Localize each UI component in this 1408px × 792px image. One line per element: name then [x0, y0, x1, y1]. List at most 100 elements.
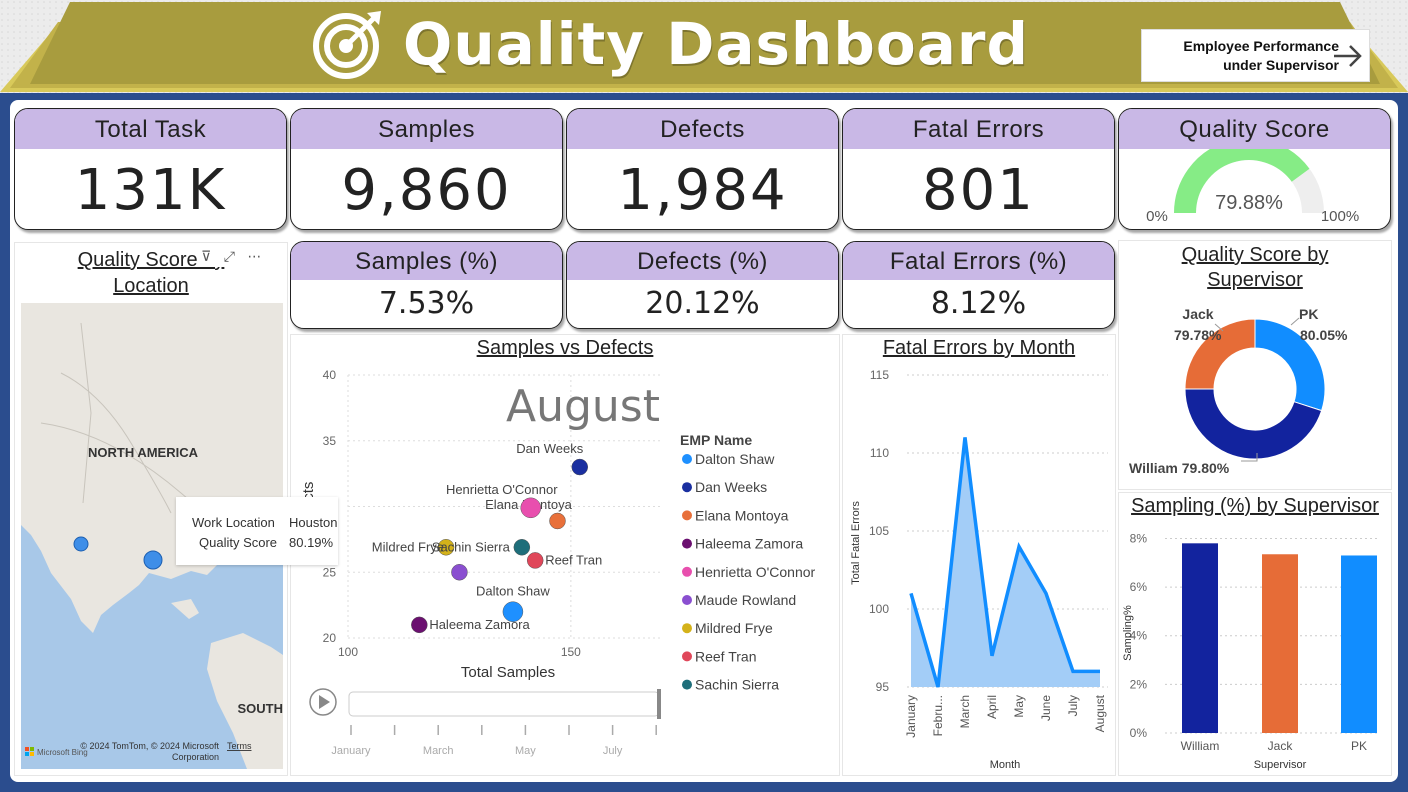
legend-marker[interactable]	[682, 454, 692, 464]
y-tick-label: 2%	[1130, 677, 1148, 691]
nav-button-label: Employee Performance under Supervisor	[1164, 37, 1339, 75]
employee-performance-nav-button[interactable]: Employee Performance under Supervisor	[1141, 29, 1370, 82]
scatter-point[interactable]	[520, 497, 541, 519]
y-tick-label: 35	[323, 434, 337, 448]
kpi-value: 8.12%	[930, 286, 1027, 321]
kpi-label: Defects	[567, 109, 838, 149]
legend-label[interactable]: Reef Tran	[695, 648, 756, 664]
kpi-samples-pct: Samples (%) 7.53%	[290, 241, 563, 329]
legend-label[interactable]: Dan Weeks	[695, 479, 767, 495]
map-bubble-houston[interactable]	[143, 550, 163, 570]
visual-header-icons: ⊽ ⤢ ⋯	[201, 249, 281, 267]
map-tooltip: Work Location Houston Quality Score 80.1…	[176, 497, 338, 565]
play-axis-label: May	[515, 745, 536, 757]
map-attribution-line-2: Corporation	[172, 752, 219, 762]
bar[interactable]	[1262, 554, 1298, 733]
legend-label[interactable]: Dalton Shaw	[695, 451, 775, 467]
legend-marker[interactable]	[682, 482, 692, 493]
donut-visual: Quality Score by Supervisor Jack 79.78% PK…	[1118, 240, 1392, 490]
scatter-point[interactable]	[411, 616, 428, 634]
nav-label-line-2: under Supervisor	[1223, 57, 1339, 73]
scatter-chart[interactable]: 2025303540100150Total SamplesDefectsAugu…	[291, 335, 839, 775]
legend-label[interactable]: Maude Rowland	[695, 592, 796, 608]
legend-marker[interactable]	[682, 651, 692, 662]
kpi-value: 131K	[74, 158, 227, 223]
gauge-min: 0%	[1146, 208, 1168, 225]
quality-gauge: 79.88% 0% 100%	[1146, 138, 1359, 225]
gauge-max: 100%	[1321, 208, 1359, 225]
scatter-point[interactable]	[513, 539, 531, 556]
scatter-point[interactable]	[451, 564, 468, 581]
kpi-value: 1,984	[617, 158, 788, 223]
fatal-errors-chart[interactable]: 95 100 105 110 115 January Febru... March April M…	[843, 335, 1115, 775]
kpi-label: Fatal Errors	[843, 109, 1114, 149]
y-tick-label: 8%	[1130, 531, 1148, 545]
scatter-point[interactable]	[571, 458, 589, 476]
map-visual: Quality Score by Location ⊽ ⤢ ⋯ NORTH AM…	[14, 242, 338, 776]
point-label: Dan Weeks	[516, 441, 583, 456]
y-tick-label: 40	[323, 368, 337, 382]
page-title-area: Quality Dashboard	[290, 6, 1050, 82]
kpi-value: 9,860	[341, 158, 512, 223]
legend-marker[interactable]	[682, 538, 692, 549]
area-fill	[911, 437, 1100, 687]
scatter-point[interactable]	[549, 512, 566, 530]
donut-label-william: William 79.80%	[1129, 460, 1230, 476]
legend-label[interactable]: Sachin Sierra	[695, 677, 779, 693]
kpi-value: 7.53%	[378, 286, 475, 321]
bar-chart[interactable]: 0%2%4%6%8%William Jack PKSupervisorSamplin…	[1119, 493, 1391, 775]
legend-label[interactable]: Mildred Frye	[695, 620, 773, 636]
legend-marker[interactable]	[682, 510, 692, 521]
point-label: Henrietta O'Connor	[446, 482, 558, 497]
y-tick-label: 95	[876, 680, 890, 694]
kpi-total-task: Total Task 131K	[14, 108, 287, 230]
tooltip-value-location: Houston	[289, 515, 338, 530]
legend-marker[interactable]	[682, 595, 692, 605]
x-axis-title: Supervisor	[1254, 759, 1307, 771]
map-bubble[interactable]	[73, 536, 89, 552]
donut-chart[interactable]: Jack 79.78% PK 80.05% William 79.80%	[1119, 241, 1391, 489]
kpi-fatal-errors-pct: Fatal Errors (%) 8.12%	[842, 241, 1115, 329]
legend-label[interactable]: Haleema Zamora	[695, 536, 803, 552]
scatter-point[interactable]	[526, 552, 544, 569]
kpi-value: 20.12%	[645, 286, 760, 321]
legend-marker[interactable]	[682, 623, 692, 634]
y-tick-label: 6%	[1130, 580, 1148, 594]
x-tick-label: May	[1012, 695, 1026, 718]
y-tick-label: 20	[323, 631, 337, 645]
focus-mode-icon[interactable]: ⤢	[224, 249, 235, 265]
x-tick-label: 100	[338, 645, 358, 659]
nav-label-line-1: Employee Performance	[1183, 38, 1339, 54]
bar[interactable]	[1182, 543, 1218, 733]
y-tick-label: 100	[869, 602, 889, 616]
y-axis-title: Sampling%	[1122, 605, 1134, 661]
target-icon	[313, 11, 382, 79]
kpi-fatal-errors: Fatal Errors 801	[842, 108, 1115, 230]
gauge-value: 79.88%	[1215, 192, 1283, 214]
donut-label-jack-name: Jack	[1182, 306, 1213, 322]
legend-title: EMP Name	[680, 432, 752, 448]
legend-marker[interactable]	[682, 679, 692, 690]
fatal-errors-visual: Fatal Errors by Month 95 100 105 110 115 Janu…	[842, 334, 1116, 776]
map-terms-link[interactable]: Terms	[227, 741, 252, 751]
filter-icon[interactable]: ⊽	[201, 249, 211, 265]
x-tick-label: Febru...	[931, 695, 945, 736]
play-axis-slider[interactable]	[348, 691, 660, 717]
y-tick-label: 0%	[1130, 726, 1148, 740]
legend-marker[interactable]	[682, 566, 692, 577]
more-options-icon[interactable]: ⋯	[247, 249, 261, 265]
bar[interactable]	[1341, 555, 1377, 733]
map-label-north-america: NORTH AMERICA	[88, 445, 199, 460]
x-axis-title: Total Samples	[461, 664, 555, 681]
arrow-right-icon	[1334, 45, 1362, 67]
kpi-value: 801	[922, 158, 1035, 223]
x-tick-label: July	[1066, 695, 1080, 716]
x-tick-label: March	[958, 695, 972, 728]
legend-label[interactable]: Henrietta O'Connor	[695, 564, 816, 580]
y-axis-title: Total Fatal Errors	[850, 501, 862, 585]
legend-label[interactable]: Elana Montoya	[695, 507, 789, 523]
play-axis-handle[interactable]	[657, 689, 661, 719]
map-label-south: SOUTH	[238, 701, 284, 716]
kpi-samples: Samples 9,860	[290, 108, 563, 230]
y-tick-label: 115	[870, 368, 889, 382]
